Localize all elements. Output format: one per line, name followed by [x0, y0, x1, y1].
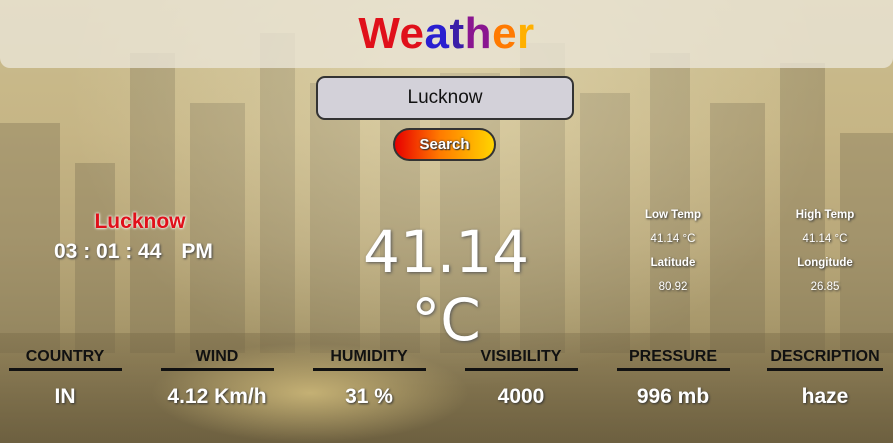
- stat-label: DESCRIPTION: [767, 348, 883, 371]
- latitude-value: 80.92: [658, 281, 688, 293]
- stat-country: COUNTRY IN: [5, 348, 125, 409]
- stat-visibility: VISIBILITY 4000: [461, 348, 581, 409]
- logo-letter: e: [492, 9, 518, 58]
- search-button[interactable]: Search: [393, 128, 496, 161]
- longitude-value: 26.85: [810, 281, 840, 293]
- latitude-label: Latitude: [650, 257, 696, 269]
- logo-letter: r: [517, 9, 535, 58]
- local-clock: 03 : 01 : 44 PM: [54, 240, 213, 264]
- stat-description: DESCRIPTION haze: [765, 348, 885, 409]
- stat-label: PRESSURE: [616, 348, 730, 371]
- city-search-input[interactable]: Lucknow: [316, 76, 574, 120]
- logo-letter: t: [449, 9, 465, 58]
- app-logo: Weather: [358, 9, 534, 59]
- city-name: Lucknow: [94, 210, 186, 233]
- logo-letter: a: [424, 9, 450, 58]
- stat-value: IN: [54, 385, 76, 408]
- stat-pressure: PRESSURE 996 mb: [613, 348, 733, 409]
- high-temp-longitude-panel: High Temp 41.14 °C Longitude 26.85: [765, 208, 885, 304]
- high-temp-value: 41.14 °C: [802, 233, 848, 245]
- app-header: Weather: [0, 0, 893, 68]
- weather-stats-row: COUNTRY IN WIND 4.12 Km/h HUMIDITY 31 % …: [0, 348, 893, 418]
- stat-label: VISIBILITY: [464, 348, 578, 371]
- clock-time: 03 : 01 : 44: [54, 240, 162, 263]
- stat-value: haze: [801, 385, 849, 408]
- stat-wind: WIND 4.12 Km/h: [157, 348, 277, 409]
- low-temp-label: Low Temp: [644, 209, 701, 221]
- clock-ampm: PM: [181, 240, 213, 263]
- search-button-label: Search: [419, 136, 470, 153]
- stat-label: HUMIDITY: [312, 348, 426, 371]
- search-input-value: Lucknow: [407, 87, 483, 108]
- logo-letter: e: [399, 9, 425, 58]
- stat-label: WIND: [160, 348, 274, 371]
- logo-letter: h: [464, 9, 493, 58]
- stat-value: 996 mb: [636, 385, 710, 408]
- current-temperature: 41.14 °C: [362, 218, 530, 354]
- stat-value: 4.12 Km/h: [167, 385, 267, 408]
- low-temp-latitude-panel: Low Temp 41.14 °C Latitude 80.92: [613, 208, 733, 304]
- logo-letter: W: [358, 9, 400, 58]
- stat-humidity: HUMIDITY 31 %: [309, 348, 429, 409]
- stat-label: COUNTRY: [8, 348, 122, 371]
- longitude-label: Longitude: [797, 257, 853, 269]
- stat-value: 31 %: [345, 385, 393, 408]
- stat-value: 4000: [497, 385, 545, 408]
- high-temp-label: High Temp: [795, 209, 855, 221]
- low-temp-value: 41.14 °C: [650, 233, 696, 245]
